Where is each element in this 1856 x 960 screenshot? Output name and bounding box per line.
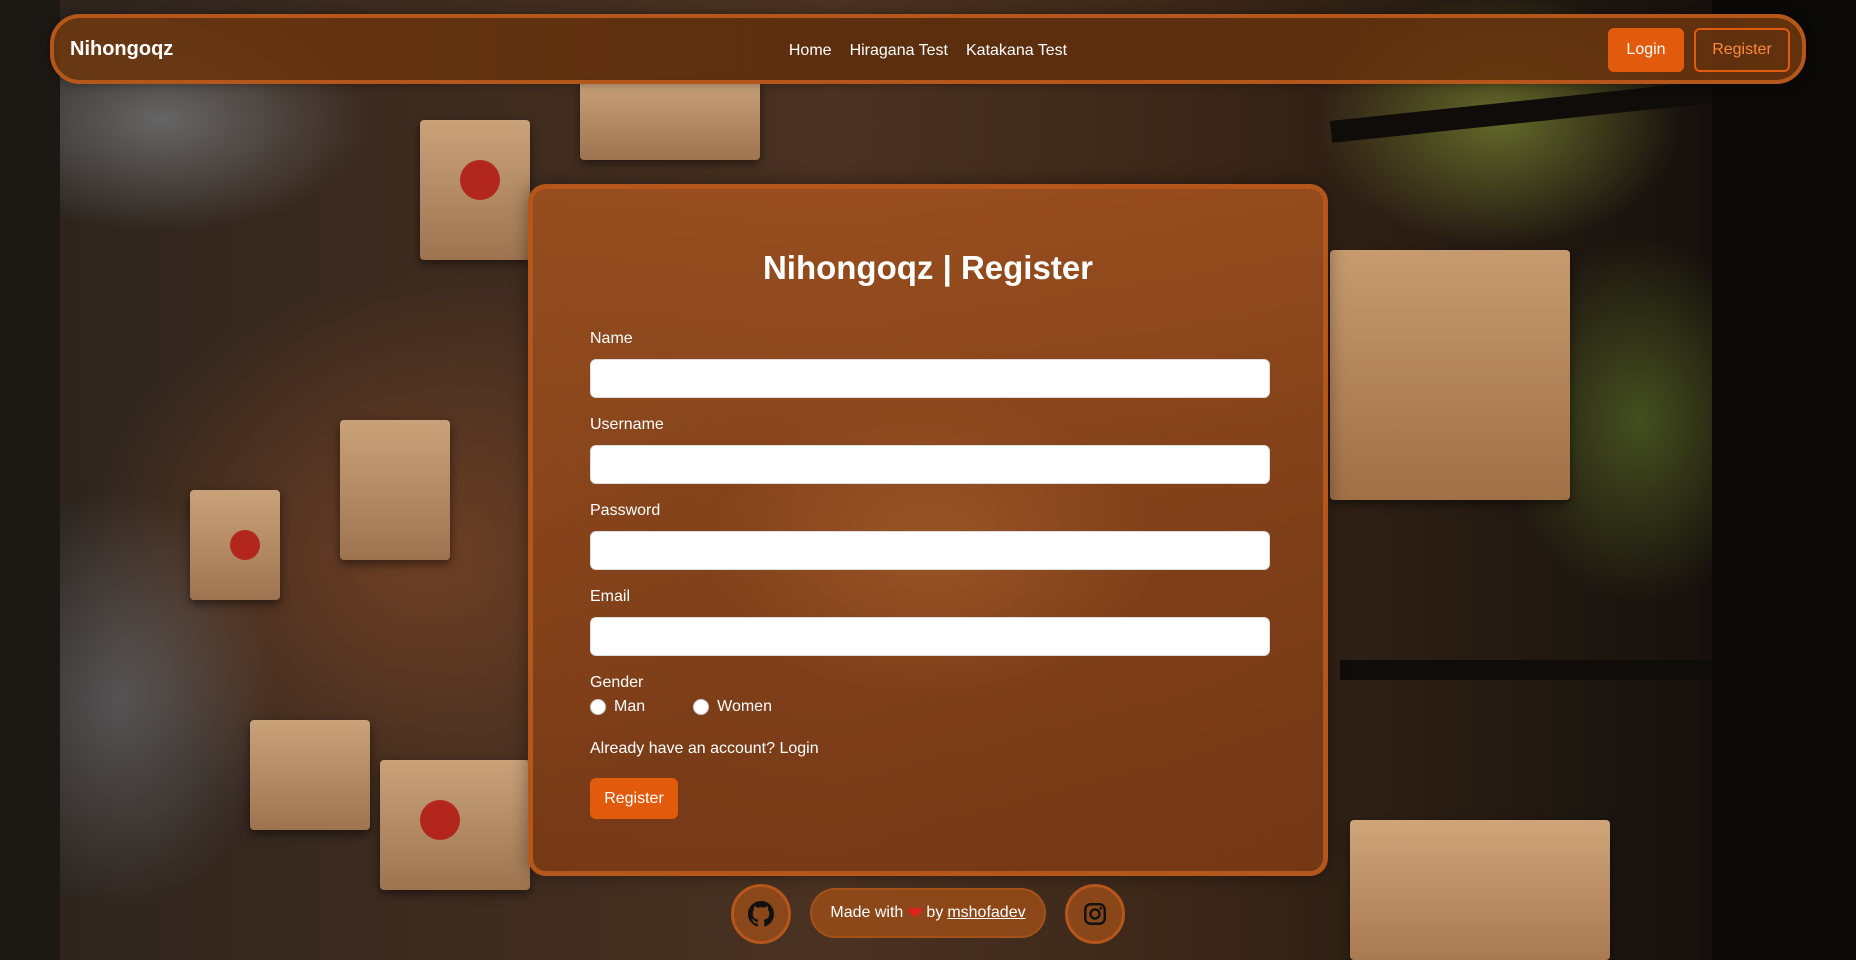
- nav-link-hiragana-test[interactable]: Hiragana Test: [850, 42, 948, 60]
- instagram-link[interactable]: [1065, 884, 1125, 944]
- background-beam: [1329, 79, 1731, 143]
- register-nav-button[interactable]: Register: [1694, 28, 1790, 72]
- nav-links: Home Hiragana Test Katakana Test: [54, 42, 1802, 60]
- gender-radio-man[interactable]: [590, 699, 606, 715]
- login-button[interactable]: Login: [1608, 28, 1684, 72]
- ema-plaque: [1330, 250, 1570, 500]
- email-label: Email: [590, 588, 631, 605]
- username-input[interactable]: [590, 445, 1270, 484]
- github-icon: [748, 901, 774, 927]
- background-post: [0, 0, 60, 960]
- password-input[interactable]: [590, 531, 1270, 570]
- ema-plaque: [340, 420, 450, 560]
- ema-emblem: [460, 160, 500, 200]
- name-label: Name: [590, 330, 633, 347]
- background-shadow: [1712, 0, 1856, 960]
- username-label: Username: [590, 416, 664, 433]
- nav-actions: Login Register: [1608, 28, 1790, 72]
- gender-option-women-label[interactable]: Women: [717, 698, 772, 716]
- password-label: Password: [590, 502, 661, 519]
- made-with-text: Made with: [830, 904, 904, 921]
- gender-label: Gender: [590, 674, 644, 691]
- gender-option-man-label[interactable]: Man: [614, 698, 645, 716]
- ema-plaque: [250, 720, 370, 830]
- made-with-badge: Made with ❤ by mshofadev: [810, 888, 1046, 938]
- nav-link-home[interactable]: Home: [789, 42, 832, 60]
- instagram-icon: [1084, 903, 1106, 925]
- register-card: Nihongoqz | Register Name Username Passw…: [528, 184, 1328, 876]
- ema-emblem: [230, 530, 260, 560]
- github-link[interactable]: [731, 884, 791, 944]
- ema-plaque: [580, 80, 760, 160]
- nav-link-katakana-test[interactable]: Katakana Test: [966, 42, 1067, 60]
- footer: Made with ❤ by mshofadev: [0, 884, 1856, 944]
- gender-radio-women[interactable]: [693, 699, 710, 715]
- background-beam: [1340, 660, 1720, 680]
- navbar: Nihongoqz Home Hiragana Test Katakana Te…: [50, 14, 1806, 84]
- page-title: Nihongoqz | Register: [762, 249, 1094, 286]
- gender-options: Man Women: [590, 698, 772, 716]
- by-text: by: [926, 904, 944, 921]
- author-link[interactable]: mshofadev: [947, 904, 1025, 922]
- name-input[interactable]: [590, 359, 1270, 398]
- register-submit-button[interactable]: Register: [590, 778, 678, 819]
- heart-icon: ❤: [907, 902, 923, 923]
- email-input[interactable]: [590, 617, 1270, 656]
- login-prompt-link[interactable]: Already have an account? Login: [590, 740, 819, 758]
- ema-emblem: [420, 800, 460, 840]
